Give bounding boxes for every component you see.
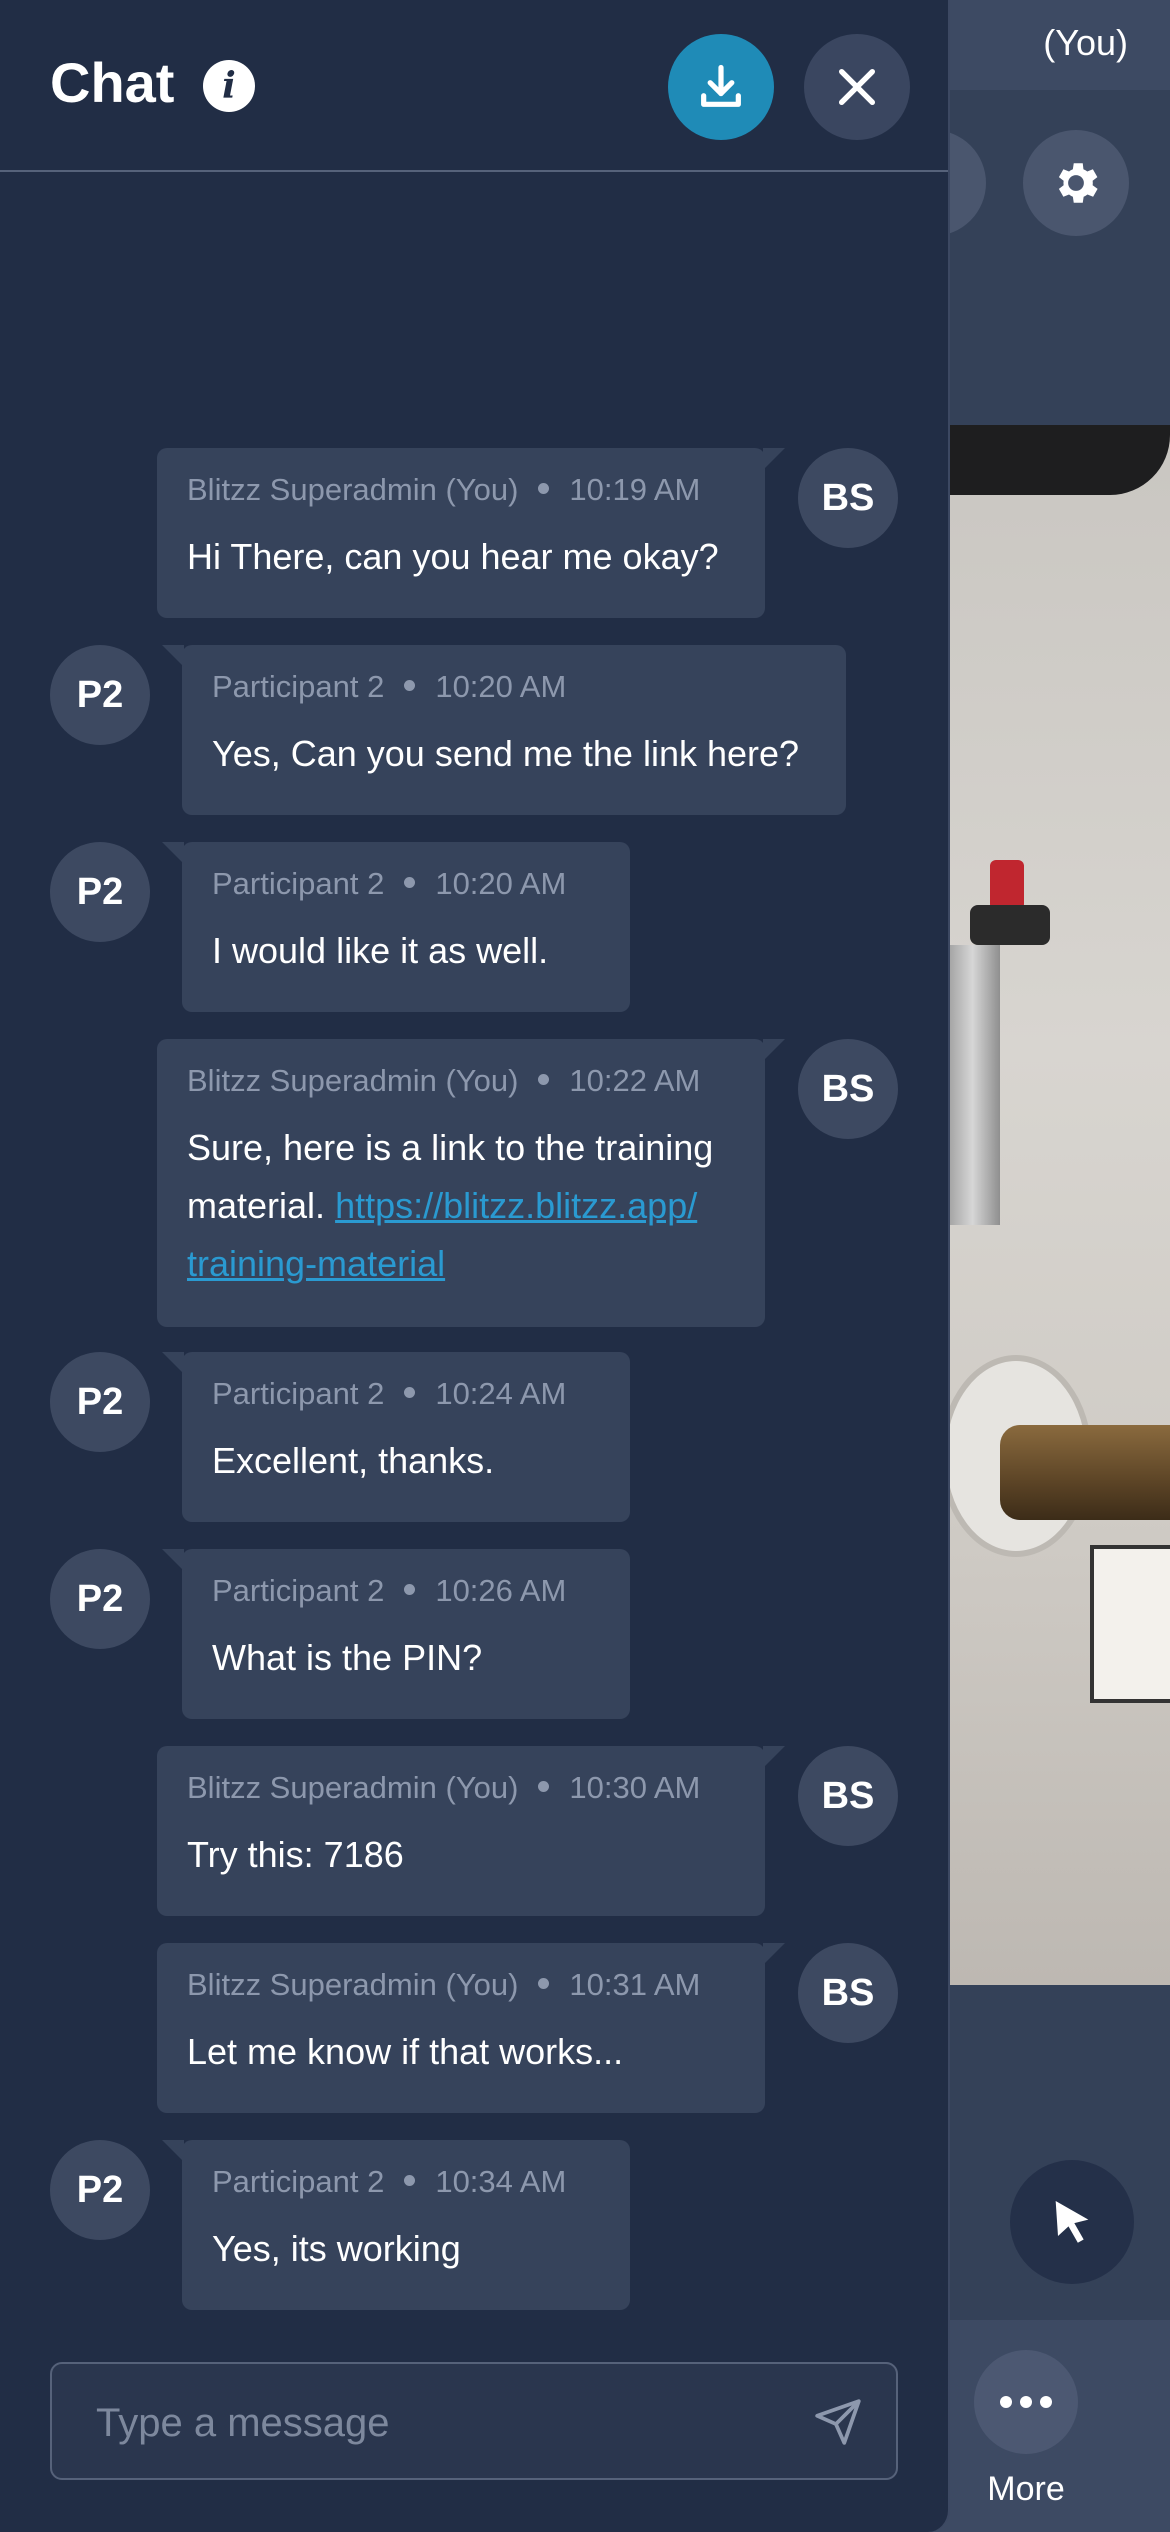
message-meta: Participant 2 10:20 AM <box>212 669 816 705</box>
gear-icon <box>1058 163 1098 203</box>
message-body: Let me know if that works... <box>187 2031 624 2072</box>
message-bubble: Blitzz Superadmin (You) 10:22 AM Sure, her… <box>157 1039 785 1327</box>
message-sender: Participant 2 <box>212 1573 385 1608</box>
avatar: P2 <box>50 1549 150 1649</box>
message-body: Hi There, can you hear me okay? <box>187 536 719 577</box>
message-text: Sure, here is a link to the training mat… <box>187 1119 735 1293</box>
message-text: Let me know if that works... <box>187 2023 735 2081</box>
message-sender: Blitzz Superadmin (You) <box>187 1063 519 1098</box>
more-icon <box>1000 2396 1052 2408</box>
message-body: Yes, its working <box>212 2228 461 2269</box>
separator-dot <box>404 1387 416 1399</box>
separator-dot <box>404 1584 416 1596</box>
separator-dot <box>538 1978 550 1990</box>
message-time: 10:19 AM <box>569 472 701 507</box>
avatar: P2 <box>50 842 150 942</box>
avatar: BS <box>798 448 898 548</box>
message-composer <box>50 2362 898 2480</box>
message-link-line: https://blitzz.blitzz.app/ <box>335 1185 698 1226</box>
message-body: I would like it as well. <box>212 930 549 971</box>
message-body: Excellent, thanks. <box>212 1440 495 1481</box>
message-text: Try this: 7186 <box>187 1826 735 1884</box>
message-bubble: Blitzz Superadmin (You) 10:30 AM Try this:… <box>157 1746 785 1916</box>
message-bubble: Participant 2 10:26 AM What is the PIN? <box>162 1549 630 1719</box>
chat-header: Chat i <box>0 0 948 172</box>
message-time: 10:20 AM <box>435 669 567 704</box>
separator-dot <box>538 483 550 495</box>
message-time: 10:30 AM <box>569 1770 701 1805</box>
separator-dot <box>404 877 416 889</box>
message-body: What is the PIN? <box>212 1637 483 1678</box>
message-time: 10:20 AM <box>435 866 567 901</box>
message-bubble: Blitzz Superadmin (You) 10:19 AM Hi There,… <box>157 448 785 618</box>
remote-video-feed[interactable] <box>940 425 1170 1985</box>
avatar: BS <box>798 1943 898 2043</box>
self-participant-label: (You) <box>1043 22 1128 63</box>
message-text: Yes, its working <box>212 2220 600 2278</box>
chat-panel: Chat i Blitzz Superadmin (You) 10:19 AM Hi… <box>0 0 950 2532</box>
message-sender: Participant 2 <box>212 669 385 704</box>
message-body: Try this: 7186 <box>187 1834 404 1875</box>
message-sender: Participant 2 <box>212 2164 385 2199</box>
separator-dot <box>404 2175 416 2187</box>
message-meta: Participant 2 10:24 AM <box>212 1376 600 1412</box>
pointer-icon <box>1055 2201 1089 2243</box>
download-chat-button[interactable] <box>668 34 774 140</box>
message-bubble: Blitzz Superadmin (You) 10:31 AM Let me kn… <box>157 1943 785 2113</box>
message-time: 10:31 AM <box>569 1967 701 2002</box>
send-icon <box>815 2399 861 2445</box>
avatar: P2 <box>50 1352 150 1452</box>
message-bubble: Participant 2 10:24 AM Excellent, thanks. <box>162 1352 630 1522</box>
message-bubble: Participant 2 10:20 AM Yes, Can you send m… <box>162 645 846 815</box>
avatar: BS <box>798 1746 898 1846</box>
close-icon <box>838 68 876 106</box>
message-sender: Participant 2 <box>212 866 385 901</box>
message-time: 10:34 AM <box>435 2164 567 2199</box>
message-text: Excellent, thanks. <box>212 1432 600 1490</box>
message-text: Hi There, can you hear me okay? <box>187 528 735 586</box>
chat-title: Chat <box>50 51 175 114</box>
avatar: P2 <box>50 2140 150 2240</box>
message-meta: Participant 2 10:26 AM <box>212 1573 600 1609</box>
close-chat-button[interactable] <box>804 34 910 140</box>
message-meta: Blitzz Superadmin (You) 10:31 AM <box>187 1967 735 2003</box>
message-sender: Blitzz Superadmin (You) <box>187 1770 519 1805</box>
message-bubble: Participant 2 10:34 AM Yes, its working <box>162 2140 630 2310</box>
more-button[interactable] <box>974 2350 1078 2454</box>
message-time: 10:24 AM <box>435 1376 567 1411</box>
message-sender: Participant 2 <box>212 1376 385 1411</box>
send-button[interactable] <box>810 2394 866 2450</box>
message-text: Yes, Can you send me the link here? <box>212 725 816 783</box>
separator-dot <box>538 1074 550 1086</box>
message-body: Yes, Can you send me the link here? <box>212 733 800 774</box>
download-icon <box>701 64 741 107</box>
message-time: 10:22 AM <box>569 1063 701 1098</box>
message-bubble: Participant 2 10:20 AM I would like it as … <box>162 842 630 1012</box>
info-icon[interactable]: i <box>203 60 255 112</box>
separator-dot <box>404 680 416 692</box>
message-time: 10:26 AM <box>435 1573 567 1608</box>
message-input[interactable] <box>94 2390 798 2456</box>
message-meta: Blitzz Superadmin (You) 10:19 AM <box>187 472 735 508</box>
message-sender: Blitzz Superadmin (You) <box>187 1967 519 2002</box>
more-label: More <box>987 2470 1065 2508</box>
message-text: I would like it as well. <box>212 922 600 980</box>
message-meta: Participant 2 10:20 AM <box>212 866 600 902</box>
message-text: What is the PIN? <box>212 1629 600 1687</box>
message-meta: Blitzz Superadmin (You) 10:22 AM <box>187 1063 735 1099</box>
message-sender: Blitzz Superadmin (You) <box>187 472 519 507</box>
avatar: BS <box>798 1039 898 1139</box>
message-meta: Participant 2 10:34 AM <box>212 2164 600 2200</box>
message-meta: Blitzz Superadmin (You) 10:30 AM <box>187 1770 735 1806</box>
message-link-line: training-material <box>187 1243 446 1284</box>
avatar: P2 <box>50 645 150 745</box>
separator-dot <box>538 1781 550 1793</box>
pointer-button[interactable] <box>1010 2160 1134 2284</box>
settings-button[interactable] <box>1023 130 1129 236</box>
